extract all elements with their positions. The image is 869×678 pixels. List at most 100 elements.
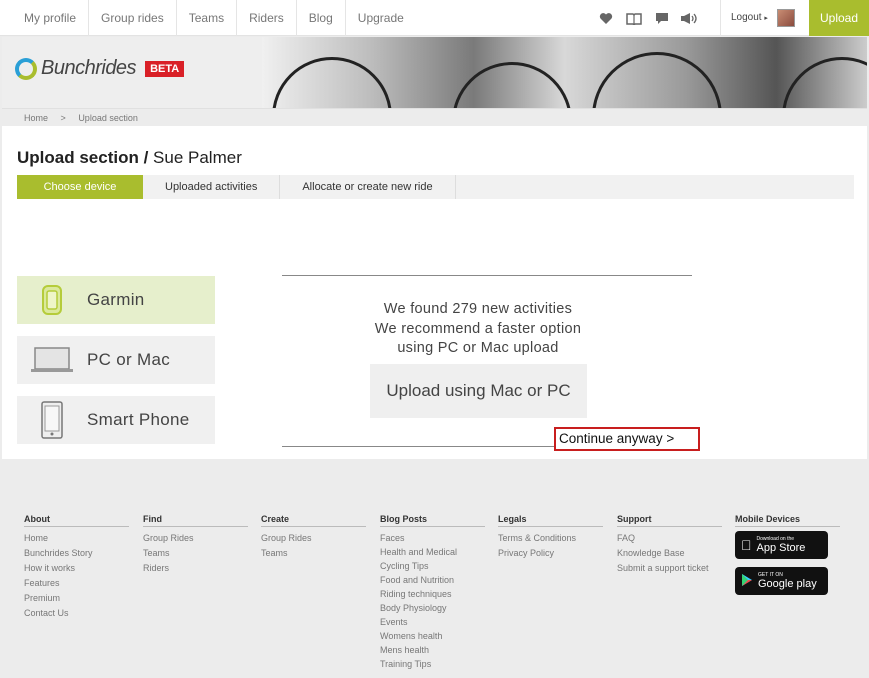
page-title-separator: / — [138, 148, 154, 167]
tab-uploaded-activities[interactable]: Uploaded activities — [143, 175, 281, 199]
banner-cyclists-image — [262, 37, 867, 108]
footer-link[interactable]: Events — [380, 615, 485, 629]
footer-link[interactable]: Womens health — [380, 629, 485, 643]
page-title-section: Upload section — [17, 148, 139, 167]
breadcrumb-current: Upload section — [78, 113, 138, 123]
chat-icon[interactable] — [648, 10, 676, 27]
bunchrides-logo[interactable]: Bunchrides BETA — [15, 57, 185, 80]
footer-link[interactable]: Home — [24, 531, 129, 546]
device-label: PC or Mac — [87, 350, 170, 369]
google-play-icon — [741, 573, 753, 590]
footer-heading: Legals — [498, 514, 603, 527]
footer-link[interactable]: Group Rides — [143, 531, 248, 546]
footer-link[interactable]: Contact Us — [24, 606, 129, 621]
device-smart-phone[interactable]: Smart Phone — [17, 396, 215, 444]
laptop-icon — [17, 346, 87, 374]
device-label: Smart Phone — [87, 410, 190, 429]
logout-label: Logout — [731, 12, 762, 23]
footer-legals: Legals Terms & Conditions Privacy Policy — [498, 514, 603, 561]
smartphone-icon — [17, 401, 87, 439]
upload-method-text: using PC or Mac upload — [397, 340, 559, 356]
footer-heading: About — [24, 514, 129, 527]
footer-find: Find Group Rides Teams Riders — [143, 514, 248, 576]
recommendation-text: We found 279 new activities We recommend… — [282, 300, 674, 359]
nav-teams[interactable]: Teams — [177, 0, 238, 36]
footer-heading: Support — [617, 514, 722, 527]
nav-icons — [592, 0, 704, 36]
footer-link[interactable]: Training Tips — [380, 657, 485, 671]
footer-link[interactable]: Health and Medical — [380, 545, 485, 559]
activities-found-text: We found 279 new activities — [383, 301, 573, 317]
nav-divider — [720, 0, 721, 36]
heart-icon[interactable] — [592, 10, 620, 27]
footer-about: About Home Bunchrides Story How it works… — [24, 514, 129, 621]
upload-mac-pc-button[interactable]: Upload using Mac or PC — [370, 364, 587, 418]
footer-link[interactable]: Terms & Conditions — [498, 531, 603, 546]
footer-link[interactable]: Cycling Tips — [380, 559, 485, 573]
footer-link[interactable]: Privacy Policy — [498, 546, 603, 561]
upload-tabs: Choose device Uploaded activities Alloca… — [17, 175, 854, 199]
footer-heading: Blog Posts — [380, 514, 485, 527]
beta-badge: BETA — [145, 60, 185, 77]
footer-heading: Mobile Devices — [735, 514, 840, 527]
nav-group-rides[interactable]: Group rides — [89, 0, 177, 36]
megaphone-icon[interactable] — [676, 10, 704, 27]
breadcrumb-separator: > — [60, 113, 66, 123]
device-label: Garmin — [87, 290, 145, 309]
upload-button[interactable]: Upload — [809, 0, 869, 36]
recommend-text: We recommend a faster option — [374, 320, 582, 337]
nav-blog[interactable]: Blog — [297, 0, 346, 36]
footer-support: Support FAQ Knowledge Base Submit a supp… — [617, 514, 722, 576]
main-content: Upload section / Sue Palmer Choose devic… — [2, 126, 867, 459]
footer-link[interactable]: FAQ — [617, 531, 722, 546]
tab-choose-device[interactable]: Choose device — [17, 175, 143, 199]
footer-link[interactable]: Features — [24, 576, 129, 591]
footer-link[interactable]: Mens health — [380, 643, 485, 657]
footer-heading: Find — [143, 514, 248, 527]
footer-link[interactable]: Submit a support ticket — [617, 561, 722, 576]
device-pc-mac[interactable]: PC or Mac — [17, 336, 215, 384]
continue-anyway-link[interactable]: Continue anyway > — [554, 427, 700, 451]
footer: About Home Bunchrides Story How it works… — [0, 459, 869, 678]
page-title: Upload section / Sue Palmer — [17, 148, 242, 168]
breadcrumb: Home > Upload section — [2, 108, 867, 126]
google-play-badge[interactable]: GET IT ON Google play — [735, 567, 828, 595]
footer-link[interactable]: Faces — [380, 531, 485, 545]
footer-heading: Create — [261, 514, 366, 527]
garmin-watch-icon — [17, 284, 87, 316]
app-store-badge[interactable]:  Download on theApp Store — [735, 531, 828, 559]
brand-name: Bunchrides — [41, 57, 137, 79]
footer-link[interactable]: Knowledge Base — [617, 546, 722, 561]
nav-upgrade[interactable]: Upgrade — [346, 0, 416, 36]
caret-right-icon: ▸ — [764, 15, 768, 22]
nav-links: My profile Group rides Teams Riders Blog… — [12, 0, 416, 36]
device-garmin[interactable]: Garmin — [17, 276, 215, 324]
footer-link[interactable]: Bunchrides Story — [24, 546, 129, 561]
footer-link[interactable]: Riders — [143, 561, 248, 576]
header-banner: Bunchrides BETA — [2, 37, 867, 108]
footer-link[interactable]: Premium — [24, 591, 129, 606]
logo-ring-icon — [15, 57, 37, 80]
avatar[interactable] — [777, 9, 795, 27]
breadcrumb-home[interactable]: Home — [24, 113, 48, 123]
footer-blog-posts: Blog Posts Faces Health and Medical Cycl… — [380, 514, 485, 671]
footer-mobile-devices: Mobile Devices  Download on theApp Stor… — [735, 514, 840, 603]
footer-link[interactable]: Teams — [261, 546, 366, 561]
footer-link[interactable]: Riding techniques — [380, 587, 485, 601]
nav-riders[interactable]: Riders — [237, 0, 297, 36]
top-navigation: My profile Group rides Teams Riders Blog… — [0, 0, 869, 36]
book-icon[interactable] — [620, 10, 648, 27]
footer-link[interactable]: Body Physiology — [380, 601, 485, 615]
nav-my-profile[interactable]: My profile — [12, 0, 90, 36]
page-title-user: Sue Palmer — [153, 148, 242, 167]
footer-link[interactable]: Teams — [143, 546, 248, 561]
recommendation-panel: We found 279 new activities We recommend… — [282, 275, 692, 447]
tab-allocate-ride[interactable]: Allocate or create new ride — [280, 175, 456, 199]
footer-create: Create Group Rides Teams — [261, 514, 366, 561]
footer-link[interactable]: Food and Nutrition — [380, 573, 485, 587]
apple-icon:  — [741, 537, 752, 553]
google-play-text: Google play — [758, 578, 817, 590]
logout-link[interactable]: Logout ▸ — [731, 0, 768, 36]
footer-link[interactable]: How it works — [24, 561, 129, 576]
footer-link[interactable]: Group Rides — [261, 531, 366, 546]
